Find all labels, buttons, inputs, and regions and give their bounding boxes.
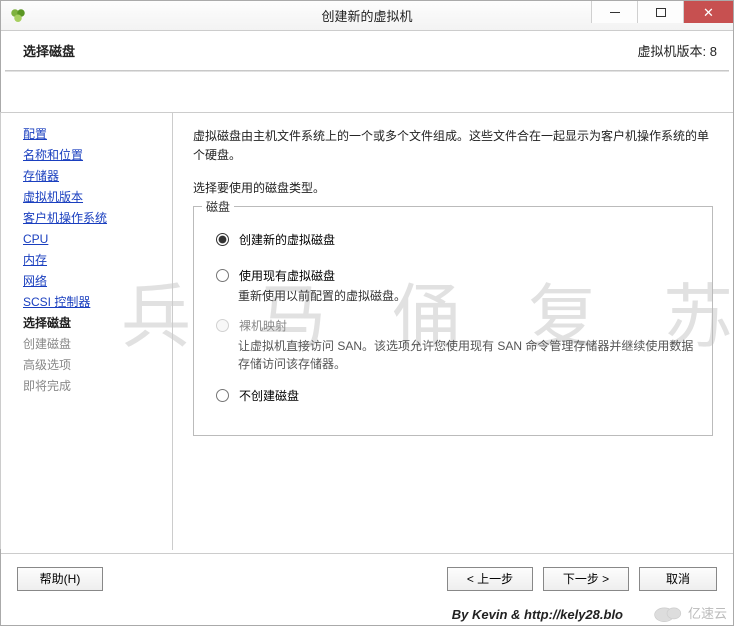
sidebar-item-memory[interactable]: 内存 [23,251,162,269]
sidebar-item-select-disk[interactable]: 选择磁盘 [23,314,162,332]
radio-use-existing-disk-label: 使用现有虚拟磁盘 [239,267,335,285]
back-button[interactable]: < 上一步 [447,567,533,591]
sidebar-item-config[interactable]: 配置 [23,125,162,143]
page-description: 虚拟磁盘由主机文件系统上的一个或多个文件组成。这些文件合在一起显示为客户机操作系… [193,127,713,165]
radio-raw-mapping: 裸机映射 [216,317,698,335]
radio-create-new-disk[interactable]: 创建新的虚拟磁盘 [216,231,698,249]
radio-raw-mapping-input [216,319,229,332]
credits-text: By Kevin & http://kely28.blo 亿速云 [1,603,733,625]
page-title: 选择磁盘 [23,41,75,60]
radio-raw-mapping-label: 裸机映射 [239,317,287,335]
page-subdescription: 选择要使用的磁盘类型。 [193,179,713,196]
help-button[interactable]: 帮助(H) [17,567,103,591]
radio-use-existing-disk[interactable]: 使用现有虚拟磁盘 [216,267,698,285]
watermark-logo: 亿速云 [650,601,727,623]
sidebar-item-network[interactable]: 网络 [23,272,162,290]
vm-version-label: 虚拟机版本: 8 [638,41,717,60]
cancel-button[interactable]: 取消 [639,567,717,591]
radio-use-existing-disk-input[interactable] [216,269,229,282]
radio-no-disk[interactable]: 不创建磁盘 [216,387,698,405]
wizard-body: 配置 名称和位置 存储器 虚拟机版本 客户机操作系统 CPU 内存 网络 SCS… [1,72,733,550]
radio-create-new-disk-label: 创建新的虚拟磁盘 [239,231,335,249]
next-button[interactable]: 下一步 > [543,567,629,591]
sidebar-item-scsi[interactable]: SCSI 控制器 [23,293,162,311]
sidebar-item-name-location[interactable]: 名称和位置 [23,146,162,164]
sidebar-item-storage[interactable]: 存储器 [23,167,162,185]
wizard-footer: 帮助(H) < 上一步 下一步 > 取消 [1,553,733,603]
sidebar-item-cpu[interactable]: CPU [23,230,162,248]
sidebar-item-advanced: 高级选项 [23,356,162,374]
close-button[interactable]: ✕ [683,1,733,23]
sidebar-item-guest-os[interactable]: 客户机操作系统 [23,209,162,227]
maximize-button[interactable] [637,1,683,23]
wizard-steps-sidebar: 配置 名称和位置 存储器 虚拟机版本 客户机操作系统 CPU 内存 网络 SCS… [1,112,173,550]
minimize-button[interactable] [591,1,637,23]
sidebar-item-vm-version[interactable]: 虚拟机版本 [23,188,162,206]
wizard-content: 虚拟磁盘由主机文件系统上的一个或多个文件组成。这些文件合在一起显示为客户机操作系… [173,112,733,550]
radio-no-disk-input[interactable] [216,389,229,402]
radio-create-new-disk-input[interactable] [216,233,229,246]
radio-raw-mapping-hint: 让虚拟机直接访问 SAN。该选项允许您使用现有 SAN 命令管理存储器并继续使用… [238,337,698,373]
window-titlebar: 创建新的虚拟机 ✕ [1,1,733,31]
app-icon [9,7,27,25]
sidebar-item-ready: 即将完成 [23,377,162,395]
disk-group-title: 磁盘 [202,198,234,215]
wizard-header: 选择磁盘 虚拟机版本: 8 [1,31,733,70]
sidebar-item-create-disk: 创建磁盘 [23,335,162,353]
disk-group: 磁盘 创建新的虚拟磁盘 使用现有虚拟磁盘 重新使用以前配置的虚拟磁盘。 裸机映射… [193,206,713,436]
radio-no-disk-label: 不创建磁盘 [239,387,299,405]
radio-use-existing-disk-hint: 重新使用以前配置的虚拟磁盘。 [238,287,698,305]
